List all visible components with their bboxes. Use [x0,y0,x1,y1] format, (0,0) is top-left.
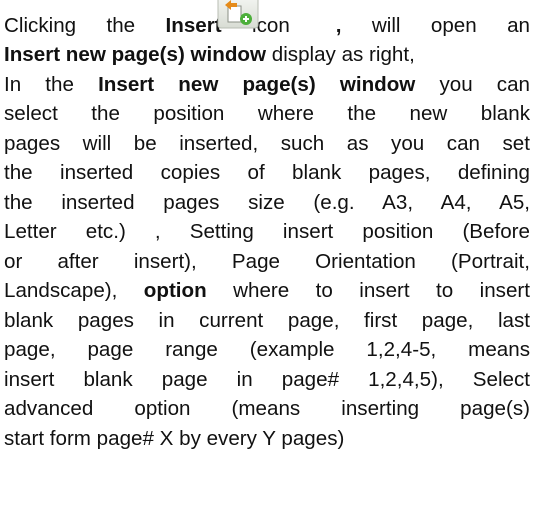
text: you can [415,73,531,96]
paragraph-line-4: select the position where the new blank [4,102,530,125]
text: where to insert to insert [206,279,530,302]
paragraph-line-13: insert blank page in page# 1,2,4,5), Sel… [4,368,530,391]
paragraph-line-7: the inserted pages size (e.g. A3, A4, A5… [4,191,530,214]
window-name-bold: Insert new page(s) window [4,43,267,66]
insert-bold-label: Insert [165,14,222,37]
paragraph-line-3: In the Insert new page(s) window you can [4,70,530,100]
paragraph-line-11: blank pages in current page, first page,… [4,309,530,332]
paragraph-line-12: page, page range (example 1,2,4-5, means [4,338,530,361]
paragraph-line-5: pages will be inserted, such as you can … [4,132,530,155]
paragraph-line-15: start form page# X by every Y pages) [4,427,345,450]
text: display as right, [266,43,415,66]
document-page: Clicking the Insert icon, will open an I… [0,0,538,526]
paragraph-line-6: the inserted copies of blank pages, defi… [4,161,530,184]
text: Landscape), [4,279,144,302]
paragraph-line-14: advanced option (means inserting page(s) [4,397,530,420]
insert-page-icon [217,0,259,29]
option-bold: option [143,279,207,302]
text: Clicking the [4,14,166,37]
window-name-bold: Insert new page(s) window [98,73,416,96]
paragraph-line-9: or after insert), Page Orientation (Port… [4,250,530,273]
insert-icon-slot [290,12,336,32]
paragraph-line-1: Clicking the Insert icon, will open an [4,11,530,41]
paragraph-line-2: Insert new page(s) window display as rig… [4,40,530,70]
paragraph-line-8: Letter etc.) , Setting insert position (… [4,220,530,243]
paragraph-line-10: Landscape), option where to insert to in… [4,276,530,306]
text: will open an [341,14,530,37]
text: In the [4,73,99,96]
